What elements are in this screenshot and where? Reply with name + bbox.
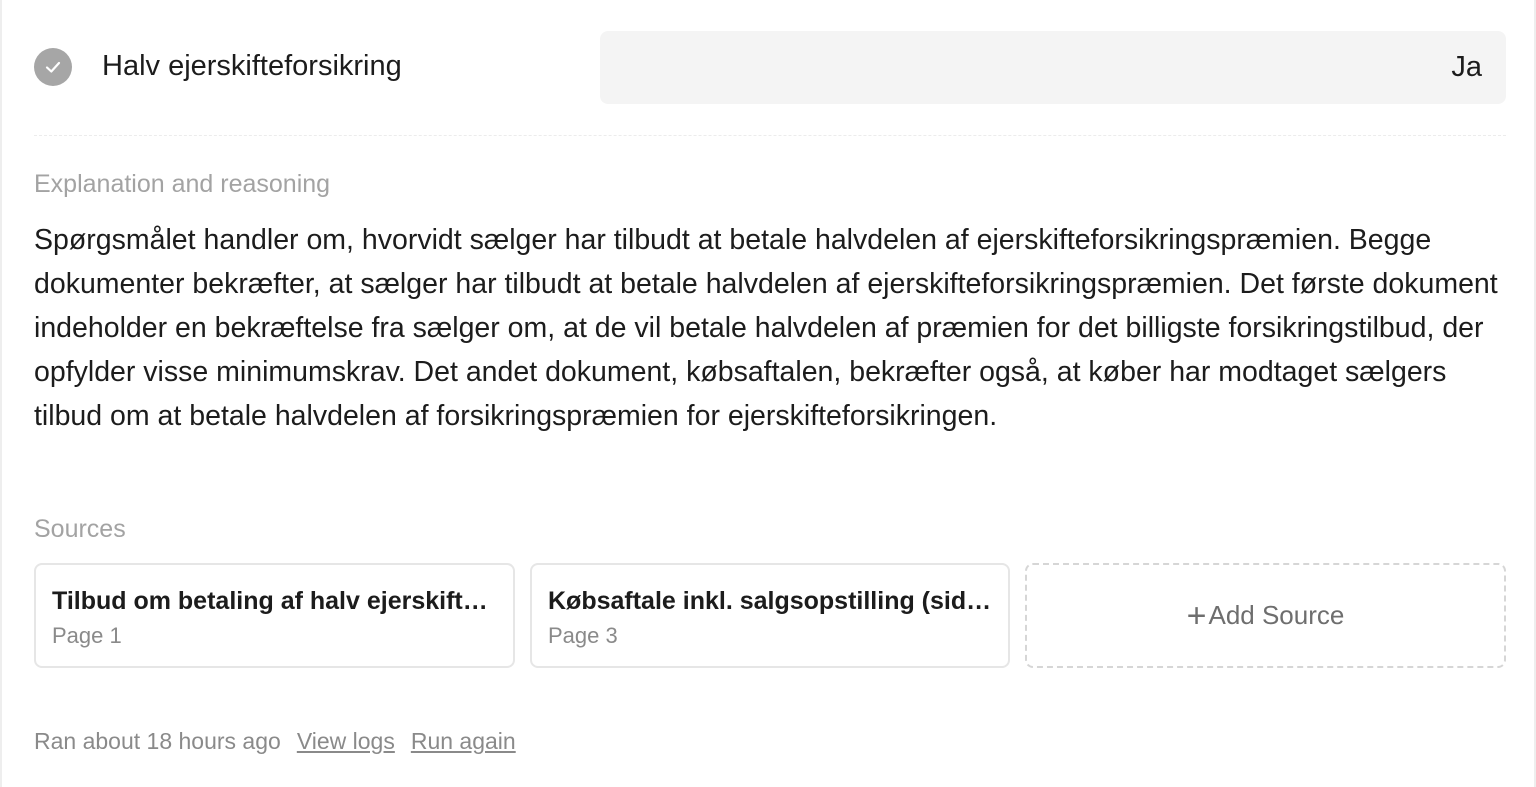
run-timestamp: Ran about 18 hours ago (34, 728, 281, 754)
run-again-link[interactable]: Run again (411, 728, 516, 755)
source-card[interactable]: Tilbud om betaling af halv ejerskiftefor… (34, 563, 515, 668)
sources-label: Sources (34, 515, 126, 543)
source-card[interactable]: Købsaftale inkl. salgsopstilling (side 1… (530, 563, 1010, 668)
check-circle-icon (34, 48, 72, 86)
answer-value: Ja (1451, 51, 1482, 83)
view-logs-link[interactable]: View logs (297, 728, 395, 755)
plus-icon: + (1186, 596, 1207, 635)
explanation-label: Explanation and reasoning (34, 170, 331, 198)
field-title: Halv ejerskifteforsikring (102, 50, 402, 82)
explanation-text: Spørgsmålet handler om, hvorvidt sælger … (34, 224, 1498, 432)
add-source-label: Add Source (1208, 600, 1345, 630)
source-title: Købsaftale inkl. salgsopstilling (side 1… (548, 587, 992, 615)
answer-value-box[interactable]: Ja (600, 31, 1506, 104)
source-title: Tilbud om betaling af halv ejerskiftefor… (52, 587, 497, 615)
source-page: Page 1 (52, 623, 122, 648)
field-result-panel: Halv ejerskifteforsikring Ja Explanation… (0, 0, 1536, 787)
add-source-button[interactable]: + Add Source (1025, 563, 1506, 668)
run-footer: Ran about 18 hours ago View logs Run aga… (34, 728, 516, 755)
divider (34, 135, 1506, 136)
source-page: Page 3 (548, 623, 618, 648)
